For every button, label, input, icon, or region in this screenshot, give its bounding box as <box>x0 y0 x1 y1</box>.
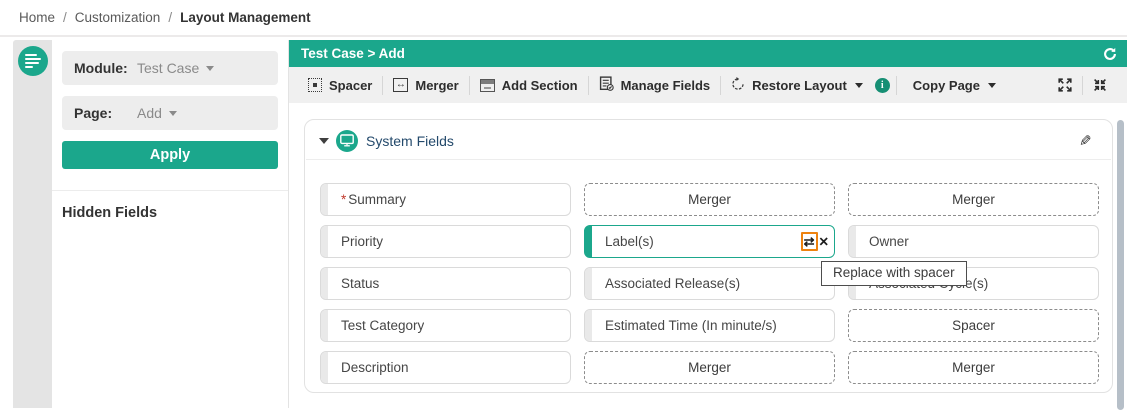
chevron-down-icon <box>168 110 177 120</box>
required-asterisk: * <box>341 192 347 207</box>
restore-layout-button[interactable]: Restore Layout <box>721 73 873 97</box>
refresh-icon[interactable] <box>1103 47 1117 61</box>
page-dropdown[interactable]: Page: Add <box>62 96 278 130</box>
field-labels-selected[interactable]: Label(s) Replace with spacer <box>584 225 967 286</box>
field-priority[interactable]: Priority <box>320 225 571 258</box>
panel-title: Test Case > Add <box>301 46 405 61</box>
drag-handle[interactable] <box>585 310 592 341</box>
drag-handle[interactable] <box>321 184 328 215</box>
drag-handle[interactable] <box>849 226 856 257</box>
merger-button-label: Merger <box>415 77 459 93</box>
manage-fields-icon <box>599 76 614 94</box>
field-test-category[interactable]: Test Category <box>320 309 571 342</box>
restore-layout-icon <box>731 76 745 94</box>
drag-handle[interactable] <box>321 352 328 383</box>
fields-grid: * Summary Merger Merger Priority Label(s… <box>305 160 1112 384</box>
merger-cell[interactable]: Merger <box>848 351 1099 384</box>
field-associated-releases[interactable]: Associated Release(s) <box>584 267 835 300</box>
page-value: Add <box>137 105 162 121</box>
layout-menu-icon[interactable] <box>17 46 48 76</box>
add-section-button[interactable]: Add Section <box>470 73 588 97</box>
chevron-down-icon <box>206 65 215 75</box>
spacer-button-label: Spacer <box>329 77 373 93</box>
merger-cell[interactable]: Merger <box>848 183 1099 216</box>
manage-fields-button[interactable]: Manage Fields <box>589 73 721 97</box>
drag-handle[interactable] <box>321 310 328 341</box>
spacer-icon <box>308 78 322 92</box>
drag-handle[interactable] <box>321 268 328 299</box>
replace-with-spacer-icon[interactable] <box>800 232 818 251</box>
layout-content: System Fields *Summary Merger <box>289 119 1127 410</box>
drag-handle[interactable] <box>585 268 592 299</box>
drag-handle[interactable] <box>585 226 592 257</box>
toolbar: Spacer Merger Add Section Manage <box>289 67 1127 103</box>
page-label: Page: <box>74 105 113 121</box>
toolbar-divider <box>895 75 897 95</box>
module-label: Module: <box>74 60 128 76</box>
collapse-section-icon[interactable] <box>319 137 329 149</box>
breadcrumb-separator: / <box>168 10 173 25</box>
layout-management-page: Home / Customization / Layout Management… <box>0 0 1127 410</box>
section-title: System Fields <box>366 132 454 149</box>
copy-page-button[interactable]: Copy Page <box>903 73 1006 97</box>
module-dropdown[interactable]: Module: Test Case <box>62 51 278 85</box>
merger-icon <box>393 78 409 92</box>
sidebar-divider <box>52 190 288 191</box>
field-estimated-time[interactable]: Estimated Time (In minute/s) <box>584 309 835 342</box>
breadcrumb-separator: / <box>63 10 67 25</box>
breadcrumb-customization[interactable]: Customization <box>75 10 161 25</box>
module-value: Test Case <box>137 60 200 76</box>
vertical-scrollbar[interactable] <box>1117 120 1124 410</box>
copy-page-button-label: Copy Page <box>912 77 980 93</box>
expand-all-icon[interactable] <box>1048 77 1082 93</box>
monitor-icon <box>336 129 358 152</box>
merger-cell[interactable]: Merger <box>584 351 835 384</box>
remove-field-icon[interactable] <box>819 234 829 249</box>
main-panel: Test Case > Add Spacer Merger <box>289 40 1127 410</box>
breadcrumb-home[interactable]: Home <box>19 10 55 25</box>
tooltip-replace-with-spacer: Replace with spacer <box>821 261 967 286</box>
add-section-button-label: Add Section <box>501 77 578 93</box>
breadcrumb-layout-management: Layout Management <box>180 10 311 25</box>
info-icon[interactable] <box>874 77 890 93</box>
hidden-fields-title: Hidden Fields <box>62 205 158 221</box>
apply-button[interactable]: Apply <box>62 141 278 169</box>
merger-cell[interactable]: Merger <box>584 183 835 216</box>
field-description[interactable]: Description <box>320 351 571 384</box>
sidebar: Module: Test Case Page: Add Apply Hidden… <box>52 40 288 408</box>
merger-button[interactable]: Merger <box>383 73 468 97</box>
edit-section-icon[interactable] <box>1079 132 1092 150</box>
field-status[interactable]: Status <box>320 267 571 300</box>
chevron-down-icon <box>854 82 863 92</box>
panel-header: Test Case > Add <box>289 40 1127 67</box>
add-section-icon <box>479 78 495 92</box>
section-header: System Fields <box>305 120 1112 159</box>
chevron-down-icon <box>987 82 996 92</box>
field-summary[interactable]: * Summary <box>320 183 571 216</box>
manage-fields-button-label: Manage Fields <box>620 77 711 93</box>
left-icon-strip <box>13 40 52 408</box>
drag-handle[interactable] <box>321 226 328 257</box>
spacer-cell[interactable]: Spacer <box>848 309 1099 342</box>
collapse-all-icon[interactable] <box>1083 77 1117 93</box>
field-owner[interactable]: Owner <box>848 225 1099 258</box>
spacer-button[interactable]: Spacer <box>298 73 382 97</box>
system-fields-section: System Fields *Summary Merger <box>304 119 1113 393</box>
restore-layout-button-label: Restore Layout <box>752 77 847 93</box>
breadcrumb: Home / Customization / Layout Management <box>0 0 1127 37</box>
